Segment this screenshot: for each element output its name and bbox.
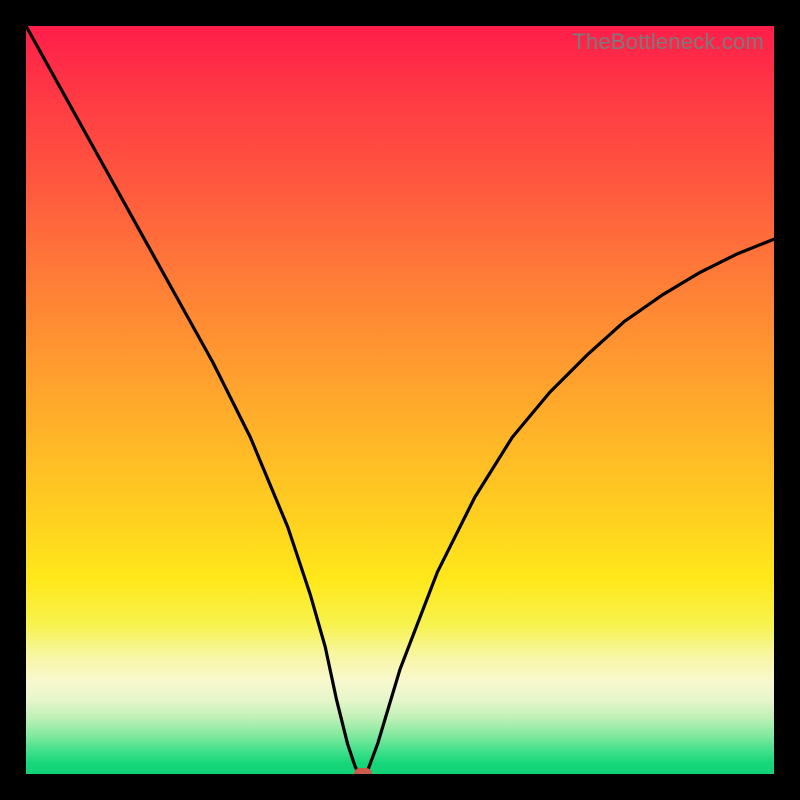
chart-frame: TheBottleneck.com	[0, 0, 800, 800]
chart-plot-area: TheBottleneck.com	[26, 26, 774, 774]
bottleneck-curve	[26, 26, 774, 774]
balanced-point-marker	[354, 768, 372, 774]
